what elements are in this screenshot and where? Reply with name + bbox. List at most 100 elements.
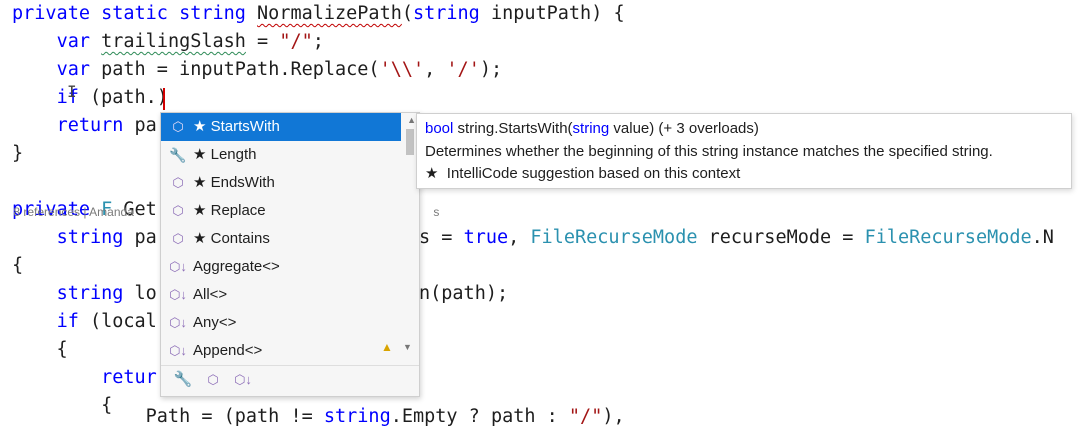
code-token: , (508, 227, 531, 248)
code-token: return (56, 115, 124, 136)
code-token: .Empty ? path : (390, 406, 569, 427)
code-token: , (424, 59, 447, 80)
completion-list[interactable]: ⬡ ★ StartsWith 🔧 ★ Length ⬡ ★ EndsWith ⬡ ★ Repl… (161, 113, 401, 365)
extension-method-icon: ⬡↓ (169, 287, 187, 302)
property-icon: 🔧 (169, 147, 187, 163)
method-icon: ⬡ (172, 203, 184, 218)
quick-info-description: Determines whether the beginning of this… (425, 143, 993, 160)
quick-info-signature: bool string.StartsWith(string value) (+ … (425, 118, 759, 140)
completion-item-label: All<> (193, 286, 228, 303)
completion-item[interactable]: ⬡ ★ Replace (161, 197, 401, 225)
code-line[interactable]: string pa (12, 224, 157, 252)
code-token: { (12, 255, 24, 276)
code-token: string (323, 406, 391, 427)
completion-item-label: ★ Replace (193, 202, 266, 219)
completion-list-popup[interactable]: ⬡ ★ StartsWith 🔧 ★ Length ⬡ ★ EndsWith ⬡ ★ Repl… (160, 112, 420, 397)
code-line[interactable]: private static string NormalizePath(stri… (12, 0, 625, 28)
completion-item[interactable]: ⬡ ★ EndsWith (161, 169, 401, 197)
completion-item-label: ★ Contains (193, 230, 270, 247)
code-line-continuation[interactable]: s = true, FileRecurseMode recurseMode = … (419, 224, 1054, 252)
ibeam-cursor-icon: I (67, 82, 77, 101)
code-token: inputPath) { (479, 3, 625, 24)
completion-item[interactable]: ⬡↓ Append<> (161, 337, 401, 365)
code-editor[interactable]: private static string NormalizePath(stri… (0, 0, 1092, 435)
method-icon: ⬡ (172, 119, 184, 134)
code-line[interactable]: string lo (12, 280, 157, 308)
code-token: path = inputPath.Replace( (89, 59, 380, 80)
code-token: var (56, 31, 90, 52)
code-token: private static string (12, 3, 258, 24)
completion-item-label: ★ EndsWith (193, 174, 275, 191)
code-token: = (245, 31, 280, 52)
code-line[interactable]: if (path.) (12, 84, 168, 112)
signature-return-type: bool (425, 120, 454, 137)
completion-item-label: Aggregate<> (193, 258, 280, 275)
code-token: if (56, 311, 79, 332)
completion-item-label: ★ Length (193, 146, 257, 163)
method-icon: ⬡ (172, 175, 184, 190)
codelens-references[interactable]: 8 references | Amanda (0, 185, 134, 219)
code-token: Path = (path != (12, 406, 324, 427)
code-token: '\\' (379, 59, 425, 80)
code-line[interactable]: var trailingSlash = "/"; (12, 28, 324, 56)
code-line[interactable]: Path = (path != string.Empty ? path : "/… (12, 403, 625, 431)
method-icon: ⬡ (172, 231, 184, 246)
code-token: { (12, 339, 68, 360)
scroll-up-icon[interactable]: ▲ (407, 115, 416, 125)
code-token: ( (401, 3, 413, 24)
code-line[interactable]: if (local (12, 308, 157, 336)
completion-item[interactable]: ⬡ ★ Contains (161, 225, 401, 253)
property-filter-icon[interactable]: 🔧 (173, 370, 193, 390)
completion-item[interactable]: ⬡ ★ StartsWith (161, 113, 401, 141)
code-token: string (56, 283, 124, 304)
codelens-text: 8 references | Amanda (13, 205, 134, 219)
completion-item[interactable]: 🔧 ★ Length (161, 141, 401, 169)
code-token: ); (479, 59, 503, 80)
code-line[interactable]: { (12, 252, 23, 280)
text-caret (163, 88, 165, 110)
extension-method-filter-icon[interactable]: ⬡↓ (233, 370, 253, 390)
codelens-tail-text: s (433, 205, 440, 219)
code-token: pa (123, 227, 157, 248)
code-token: string (412, 3, 480, 24)
completion-item[interactable]: ⬡↓ Aggregate<> (161, 253, 401, 281)
code-token: ; (312, 31, 324, 52)
code-token: n(path); (419, 283, 509, 304)
code-token: var (56, 59, 90, 80)
code-line[interactable]: { (12, 336, 68, 364)
scroll-down-icon[interactable]: ▼ (403, 342, 412, 352)
code-token: lo (123, 283, 157, 304)
code-line[interactable]: return pa (12, 112, 157, 140)
completion-item[interactable]: ⬡↓ Any<> (161, 309, 401, 337)
code-token: FileRecurseMode (530, 227, 698, 248)
code-line[interactable]: } (12, 140, 23, 168)
completion-filter-bar: 🔧 ⬡ ⬡↓ (161, 365, 419, 394)
code-line-continuation[interactable]: n(path); (419, 280, 508, 308)
code-token: string (56, 227, 124, 248)
method-filter-icon[interactable]: ⬡ (203, 370, 223, 390)
code-line[interactable]: retur (12, 364, 157, 392)
code-token: trailingSlash (101, 31, 246, 52)
code-token: } (12, 143, 24, 164)
code-token: (local (78, 311, 157, 332)
code-token: '/' (446, 59, 480, 80)
completion-item-label: Append<> (193, 342, 263, 359)
completion-item-label: Any<> (193, 314, 237, 331)
code-token: recurseMode = (697, 227, 865, 248)
scrollbar-thumb[interactable] (406, 129, 414, 155)
extension-method-icon: ⬡↓ (169, 259, 187, 274)
code-token: pa (123, 115, 157, 136)
extension-method-icon: ⬡↓ (169, 343, 187, 358)
completion-item[interactable]: ⬡↓ All<> (161, 281, 401, 309)
extension-method-icon: ⬡↓ (169, 315, 187, 330)
quick-info-intellicode-note: ★ IntelliCode suggestion based on this c… (425, 165, 741, 182)
code-line[interactable]: var path = inputPath.Replace('\\', '/'); (12, 56, 503, 84)
